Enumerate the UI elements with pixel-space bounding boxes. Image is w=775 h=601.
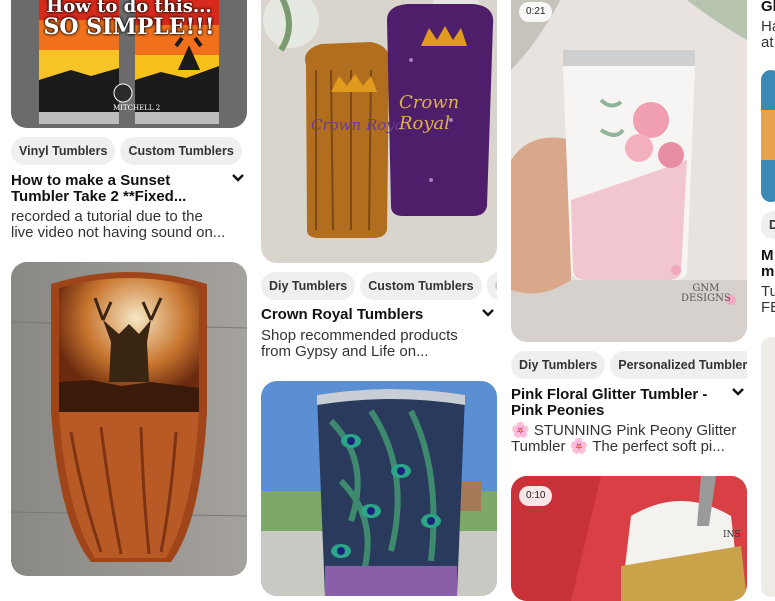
pin-image-pink-floral[interactable]: 0:21 GNM DESIGNS: [511, 0, 747, 342]
pin-title-line: Pink Floral Glitter Tumbler -: [511, 387, 726, 403]
pin-desc-line: FE: [761, 300, 775, 316]
logo-text-right: Crown Royal: [399, 92, 497, 134]
pin-desc-line: at: [761, 35, 775, 51]
pin-image-cut[interactable]: [761, 337, 775, 597]
pin-title[interactable]: How to make a Sunset Tumbler Take 2 **Fi…: [11, 173, 226, 205]
tag-row: Diy TumblersPersonalized Tumblers: [511, 351, 747, 381]
pin-description-cut: Tu FE: [761, 284, 775, 316]
pin-title-line: M: [761, 248, 775, 264]
pin-title-cut[interactable]: Gl: [761, 0, 775, 15]
tag-chip[interactable]: Custom Tumblers: [360, 272, 481, 300]
tag-chip[interactable]: Diy Tumblers: [261, 272, 355, 300]
pin-title-line: Tumbler Take 2 **Fixed...: [11, 189, 226, 205]
pin-title[interactable]: Crown Royal Tumblers: [261, 307, 476, 323]
pin-description: recorded a tutorial due to the live vide…: [11, 209, 247, 241]
video-duration-badge: 0:21: [519, 2, 552, 22]
pin-image-elk[interactable]: [11, 262, 247, 576]
tag-chip-cut[interactable]: Gl: [487, 272, 497, 300]
chevron-down-icon[interactable]: [231, 173, 245, 183]
pin-image-sunset[interactable]: How to do this... SO SIMPLE!!! MITCHELL …: [11, 0, 247, 128]
tag-row: Diy TumblersCustom TumblersGl: [261, 272, 497, 302]
tag-chip[interactable]: Personalized Tumblers: [610, 351, 747, 379]
pin-title-cut[interactable]: M m: [761, 248, 775, 280]
pin-desc-line: 🌸 STUNNING Pink Peony Glitter: [511, 423, 747, 439]
pin-description-cut: Ha at: [761, 19, 775, 51]
tag-row: Vinyl TumblersCustom Tumblers: [11, 137, 247, 167]
cup-text: INS: [723, 530, 741, 540]
chevron-down-icon[interactable]: [731, 387, 745, 397]
pin-title-line: m: [761, 264, 775, 280]
pin-desc-line: Shop recommended products: [261, 328, 497, 344]
pin-image-white-glitter[interactable]: 0:10 INS: [511, 476, 747, 601]
tag-chip[interactable]: Diy Tumblers: [511, 351, 605, 379]
pin-description: Shop recommended products from Gypsy and…: [261, 328, 497, 360]
tag-chip[interactable]: Custom Tumblers: [120, 137, 241, 165]
logo-text-left: Crown Royal: [311, 116, 409, 134]
pin-title-line: Pink Peonies: [511, 403, 726, 419]
pin-desc-line: from Gypsy and Life on...: [261, 344, 497, 360]
pin-desc-line: live video not having sound on...: [11, 225, 247, 241]
pin-title[interactable]: Pink Floral Glitter Tumbler - Pink Peoni…: [511, 387, 726, 419]
pin-image-cut[interactable]: [761, 70, 775, 202]
video-duration-badge: 0:10: [519, 486, 552, 506]
tag-chip[interactable]: Vinyl Tumblers: [11, 137, 115, 165]
pin-desc-line: Tu: [761, 284, 775, 300]
watermark: MITCHELL 2: [113, 104, 160, 112]
pin-desc-line: recorded a tutorial due to the: [11, 209, 247, 225]
pin-title-line: How to make a Sunset: [11, 173, 226, 189]
pin-description: 🌸 STUNNING Pink Peony Glitter Tumbler 🌸 …: [511, 423, 747, 455]
pin-desc-line: Ha: [761, 19, 775, 35]
tag-chip[interactable]: D: [761, 211, 775, 239]
pin-image-peacock[interactable]: [261, 381, 497, 596]
overlay-text: SO SIMPLE!!!: [11, 14, 247, 40]
chevron-down-icon[interactable]: [481, 308, 495, 318]
watermark: GNM DESIGNS: [681, 284, 731, 304]
pin-image-crown-royal[interactable]: Crown Royal Crown Royal: [261, 0, 497, 263]
pin-desc-line: Tumbler 🌸 The perfect soft pi...: [511, 439, 747, 455]
tag-row-cut: D: [761, 211, 775, 241]
watermark-line: DESIGNS: [681, 294, 731, 304]
